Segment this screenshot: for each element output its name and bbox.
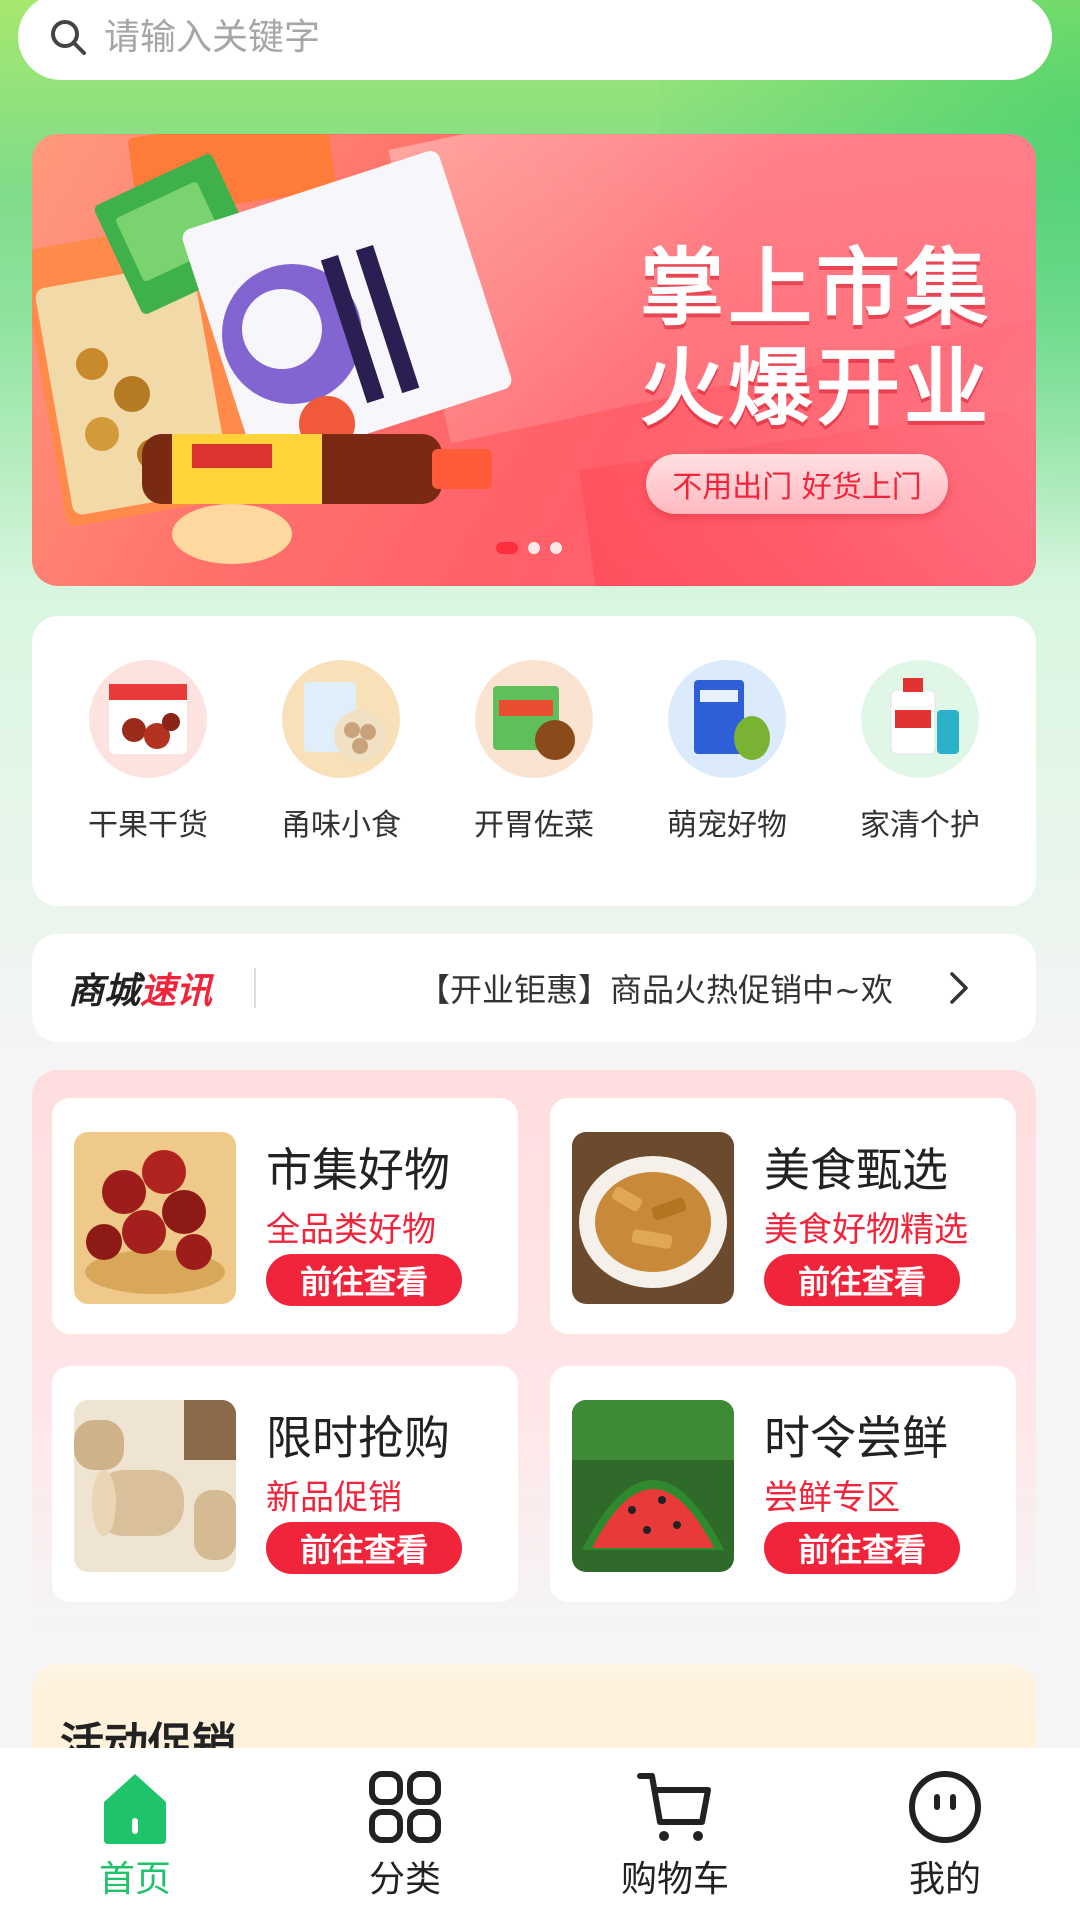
tab-label: 我的 (908, 1859, 981, 1900)
pastry-image (74, 1400, 236, 1572)
banner-headline: 掌上市集 火爆开业 (640, 238, 992, 438)
news-ticker[interactable]: 商城速讯 【开业钜惠】商品火热促销中~欢 (32, 934, 1036, 1042)
view-button[interactable]: 前往查看 (266, 1254, 462, 1306)
category-label: 萌宠好物 (667, 808, 787, 843)
category-item-pet-goods[interactable]: 萌宠好物 (637, 660, 817, 906)
category-row: 干果干货 甬味小食 开胃佐菜 萌宠好物 家清个护 (32, 616, 1036, 906)
category-label: 开胃佐菜 (474, 808, 594, 843)
category-item-snacks[interactable]: 甬味小食 (251, 660, 431, 906)
category-label: 家清个护 (860, 808, 980, 843)
red-dates-image (74, 1132, 236, 1304)
tab-category[interactable]: 分类 (305, 1766, 505, 1902)
category-item-side-dishes[interactable]: 开胃佐菜 (444, 660, 624, 906)
banner-headline-line2: 火爆开业 (639, 339, 992, 437)
tab-label: 购物车 (620, 1859, 729, 1900)
watermelon-image (572, 1400, 734, 1572)
tab-cart[interactable]: 购物车 (575, 1766, 775, 1902)
category-item-dried-fruit[interactable]: 干果干货 (58, 660, 238, 906)
banner-products-image (32, 134, 512, 564)
feature-card-food[interactable]: 美食甄选 美食好物精选 前往查看 (550, 1098, 1016, 1334)
chevron-right-icon[interactable] (944, 968, 974, 1008)
feature-card-subtitle: 全品类好物 (266, 1210, 436, 1250)
search-icon (51, 20, 86, 55)
search-input[interactable] (104, 16, 904, 58)
view-button[interactable]: 前往查看 (266, 1522, 462, 1574)
category-label: 甬味小食 (281, 808, 401, 843)
feature-card-title: 限时抢购 (266, 1411, 450, 1465)
pet-goods-thumbnail (668, 660, 786, 778)
carousel-dot[interactable] (550, 542, 562, 554)
feature-card-subtitle: 美食好物精选 (764, 1210, 968, 1250)
news-divider (254, 968, 257, 1008)
category-item-household-care[interactable]: 家清个护 (830, 660, 1010, 906)
category-label: 干果干货 (88, 808, 208, 843)
news-brand: 商城速讯 (68, 962, 212, 1014)
news-brand-part2: 速讯 (140, 971, 213, 1012)
view-button[interactable]: 前往查看 (764, 1254, 960, 1306)
news-brand-part1: 商城 (68, 971, 141, 1012)
snacks-thumbnail (282, 660, 400, 778)
tab-label: 首页 (98, 1859, 171, 1900)
food-dish-image (572, 1132, 734, 1304)
feature-card-title: 市集好物 (266, 1143, 450, 1197)
carousel-dot[interactable] (528, 542, 540, 554)
news-message[interactable]: 【开业钜惠】商品火热促销中~欢 (418, 965, 938, 1011)
promo-banner[interactable]: 掌上市集 火爆开业 不用出门 好货上门 (32, 134, 1036, 586)
bottom-tab-bar: 首页 分类 购物车 我的 (0, 1748, 1080, 1920)
feature-section: 市集好物 全品类好物 前往查看 美食甄选 美食好物精选 前往查看 限时抢购 新品… (32, 1070, 1036, 1630)
feature-card-title: 美食甄选 (764, 1143, 948, 1197)
view-button[interactable]: 前往查看 (764, 1522, 960, 1574)
feature-card-market[interactable]: 市集好物 全品类好物 前往查看 (52, 1098, 518, 1334)
profile-icon (909, 1771, 981, 1843)
household-care-thumbnail (861, 660, 979, 778)
search-bar[interactable] (18, 0, 1052, 80)
cart-icon (637, 1773, 711, 1841)
tab-profile[interactable]: 我的 (845, 1766, 1045, 1902)
feature-card-seasonal[interactable]: 时令尝鲜 尝鲜专区 前往查看 (550, 1366, 1016, 1602)
tab-home[interactable]: 首页 (35, 1766, 235, 1902)
home-icon (104, 1774, 166, 1844)
banner-headline-line1: 掌上市集 (639, 239, 992, 337)
feature-card-subtitle: 尝鲜专区 (764, 1478, 900, 1518)
feature-card-title: 时令尝鲜 (764, 1411, 948, 1465)
banner-tagline: 不用出门 好货上门 (646, 454, 948, 514)
dried-fruit-thumbnail (89, 660, 207, 778)
feature-card-subtitle: 新品促销 (266, 1478, 402, 1518)
carousel-dot-active[interactable] (496, 542, 518, 554)
feature-card-flash-sale[interactable]: 限时抢购 新品促销 前往查看 (52, 1366, 518, 1602)
grid-icon (369, 1771, 441, 1843)
tab-label: 分类 (368, 1859, 441, 1900)
carousel-indicator (496, 542, 562, 554)
side-dishes-thumbnail (475, 660, 593, 778)
